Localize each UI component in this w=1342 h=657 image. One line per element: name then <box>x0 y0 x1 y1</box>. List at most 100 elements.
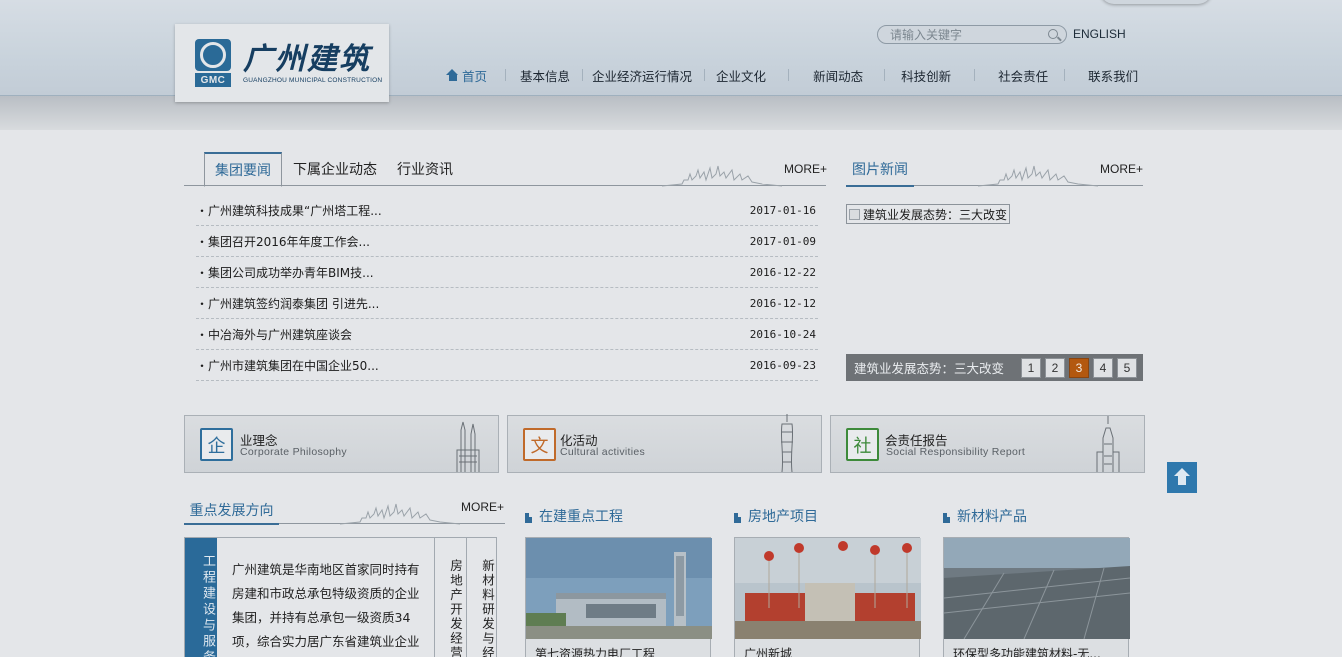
site-logo[interactable]: GMC 广州建筑 GUANGZHOU MUNICIPAL CONSTRUCTIO… <box>175 24 389 102</box>
search-icon[interactable] <box>1048 29 1058 39</box>
news-title[interactable]: ・广州市建筑集团在中国企业50... <box>196 357 379 374</box>
project-column-real-estate: 房地产项目 广州新城 <box>734 505 921 657</box>
pager-page-1[interactable]: 1 <box>1021 357 1041 378</box>
nav-separator <box>582 69 584 81</box>
news-photo[interactable]: 建筑业发展态势：三大改变 <box>846 204 1011 224</box>
top-decoration <box>1100 0 1212 4</box>
building-icon <box>734 510 741 523</box>
feature-cultural-activities[interactable]: 文 化活动 Cultural activities <box>507 414 822 473</box>
news-item[interactable]: ・广州建筑科技成果“广州塔工程... 2017-01-16 <box>196 195 818 226</box>
development-more-link[interactable]: MORE+ <box>461 500 504 514</box>
news-more-link[interactable]: MORE+ <box>784 162 827 176</box>
canton-tower-icon <box>780 414 794 472</box>
photo-alt-text: 建筑业发展态势：三大改变 <box>863 207 1008 222</box>
project-card[interactable]: 环保型多功能建筑材料-无... <box>943 537 1130 657</box>
news-date: 2017-01-09 <box>749 234 816 248</box>
nav-separator <box>704 69 706 81</box>
project-photo[interactable] <box>526 538 712 639</box>
tab-subsidiary-news[interactable]: 下属企业动态 <box>290 152 380 186</box>
pager-page-3[interactable]: 3 <box>1069 357 1089 378</box>
logo-name-en: GUANGZHOU MUNICIPAL CONSTRUCTION <box>243 76 383 84</box>
project-heading[interactable]: 新材料产品 <box>943 505 1129 527</box>
nav-social-responsibility[interactable]: 社会责任 <box>998 66 1048 85</box>
project-heading-label: 新材料产品 <box>957 509 1027 525</box>
news-item[interactable]: ・广州市建筑集团在中国企业50... 2016-09-23 <box>196 350 818 381</box>
building-icon <box>525 510 532 523</box>
project-photo[interactable] <box>944 538 1130 639</box>
skyline-decoration <box>662 165 782 187</box>
project-heading[interactable]: 在建重点工程 <box>525 505 711 527</box>
feature-subtitle: Social Responsibility Report <box>886 446 1026 458</box>
nav-economic-operations[interactable]: 企业经济运行情况 <box>592 66 692 85</box>
photo-caption[interactable]: 建筑业发展态势：三大改变 <box>854 358 1021 377</box>
news-date: 2016-10-24 <box>749 327 816 341</box>
nav-home[interactable]: 首页 <box>446 66 487 85</box>
social-responsibility-icon: 社 <box>846 428 879 461</box>
tab-engineering-services[interactable]: 工程建设与服务 <box>185 538 217 657</box>
broken-image-icon <box>849 209 860 220</box>
photo-pager: 1 2 3 4 5 <box>1021 357 1137 378</box>
nav-separator <box>505 69 507 81</box>
news-item[interactable]: ・中冶海外与广州建筑座谈会 2016-10-24 <box>196 319 818 350</box>
development-tabbar: 重点发展方向 MORE+ <box>184 496 505 525</box>
photo-caption-bar: 建筑业发展态势：三大改变 1 2 3 4 5 <box>846 354 1143 381</box>
development-description: 广州建筑是华南地区首家同时持有房建和市政总承包特级资质的企业集团，并持有总承包一… <box>232 562 420 649</box>
gmc-emblem-icon: GMC <box>195 39 231 87</box>
tab-industry-news[interactable]: 行业资讯 <box>390 152 460 186</box>
tab-new-materials[interactable]: 新材料研发与经 <box>466 538 497 657</box>
project-column-new-materials: 新材料产品 环保型多功能建筑材料-无... <box>943 505 1130 657</box>
tab-photo-news[interactable]: 图片新闻 <box>846 152 914 187</box>
news-title[interactable]: ・集团公司成功举办青年BIM技... <box>196 264 374 281</box>
project-caption[interactable]: 环保型多功能建筑材料-无... <box>944 639 1128 657</box>
tab-key-development[interactable]: 重点发展方向 <box>184 496 279 525</box>
scroll-to-top-button[interactable] <box>1167 462 1197 493</box>
news-title[interactable]: ・广州建筑科技成果“广州塔工程... <box>196 202 382 219</box>
tab-group-news[interactable]: 集团要闻 <box>204 152 282 187</box>
logo-abbr: GMC <box>195 73 231 87</box>
nav-separator <box>1064 69 1066 81</box>
photo-news-more-link[interactable]: MORE+ <box>1100 162 1143 176</box>
news-list: ・广州建筑科技成果“广州塔工程... 2017-01-16 ・集团召开2016年… <box>196 195 818 381</box>
photo-carousel: 建筑业发展态势：三大改变 建筑业发展态势：三大改变 1 2 3 4 5 <box>846 195 1143 382</box>
nav-news[interactable]: 新闻动态 <box>813 66 863 85</box>
development-panel: 工程建设与服务 广州建筑是华南地区首家同时持有房建和市政总承包特级资质的企业集团… <box>184 537 497 657</box>
feature-subtitle: Cultural activities <box>560 446 646 458</box>
tab-real-estate-development[interactable]: 房地产开发经营 <box>434 538 465 657</box>
pager-page-5[interactable]: 5 <box>1117 357 1137 378</box>
news-tabbar: 集团要闻 下属企业动态 行业资讯 MORE+ <box>184 152 827 187</box>
nav-basic-info[interactable]: 基本信息 <box>520 66 570 85</box>
news-date: 2016-09-23 <box>749 358 816 372</box>
nav-contact[interactable]: 联系我们 <box>1088 66 1138 85</box>
feature-social-responsibility-report[interactable]: 社 会责任报告 Social Responsibility Report <box>830 415 1145 473</box>
pager-page-4[interactable]: 4 <box>1093 357 1113 378</box>
project-column-construction: 在建重点工程 第七资源热力电厂工程 <box>525 505 712 657</box>
project-caption[interactable]: 广州新城 <box>735 639 919 657</box>
news-date: 2017-01-16 <box>749 203 816 217</box>
project-card[interactable]: 广州新城 <box>734 537 921 657</box>
skyline-decoration <box>340 503 460 525</box>
news-title[interactable]: ・广州建筑签约润泰集团 引进先... <box>196 295 379 312</box>
project-caption[interactable]: 第七资源热力电厂工程 <box>526 639 710 657</box>
project-photo[interactable] <box>735 538 921 639</box>
nav-corporate-culture[interactable]: 企业文化 <box>716 66 766 85</box>
search-input[interactable] <box>890 27 1040 42</box>
news-item[interactable]: ・广州建筑签约润泰集团 引进先... 2016-12-12 <box>196 288 818 319</box>
project-card[interactable]: 第七资源热力电厂工程 <box>525 537 712 657</box>
feature-subtitle: Corporate Philosophy <box>240 446 347 458</box>
news-item[interactable]: ・集团公司成功举办青年BIM技... 2016-12-22 <box>196 257 818 288</box>
nav-innovation[interactable]: 科技创新 <box>901 66 951 85</box>
english-link[interactable]: ENGLISH <box>1073 27 1126 41</box>
building-icon <box>943 510 950 523</box>
main-nav: 首页 基本信息 企业经济运行情况 企业文化 新闻动态 科技创新 社会责任 联系我… <box>446 66 1138 84</box>
nav-separator <box>974 69 976 81</box>
feature-corporate-philosophy[interactable]: 企 业理念 Corporate Philosophy <box>184 415 499 473</box>
pager-page-2[interactable]: 2 <box>1045 357 1065 378</box>
news-item[interactable]: ・集团召开2016年年度工作会... 2017-01-09 <box>196 226 818 257</box>
news-title[interactable]: ・中冶海外与广州建筑座谈会 <box>196 326 352 343</box>
project-heading[interactable]: 房地产项目 <box>734 505 920 527</box>
nav-home-label: 首页 <box>462 68 488 84</box>
news-title[interactable]: ・集团召开2016年年度工作会... <box>196 233 370 250</box>
logo-name-cn: 广州建筑 <box>243 41 371 77</box>
photo-news-tabbar: 图片新闻 MORE+ <box>846 152 1143 187</box>
search-box[interactable] <box>877 25 1067 44</box>
